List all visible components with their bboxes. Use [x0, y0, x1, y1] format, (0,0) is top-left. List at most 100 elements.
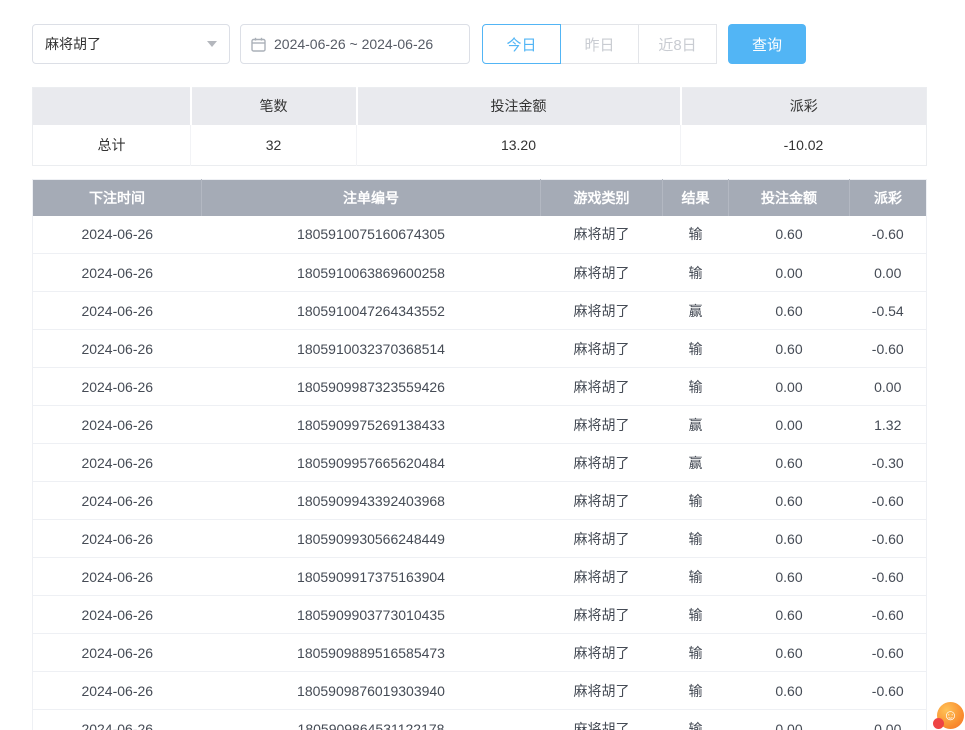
cell-game-category: 麻将胡了 [541, 558, 663, 596]
cell-payout: -0.30 [850, 444, 927, 482]
cell-bet-id: 1805910032370368514 [202, 330, 541, 368]
cell-bet-id: 1805910063869600258 [202, 254, 541, 292]
records-header-result: 结果 [663, 180, 729, 216]
game-select[interactable]: 麻将胡了 [32, 24, 230, 64]
query-button[interactable]: 查询 [728, 24, 806, 64]
cell-game-category: 麻将胡了 [541, 634, 663, 672]
cell-bet-time: 2024-06-26 [33, 330, 202, 368]
records-header-bet-amount: 投注金额 [729, 180, 850, 216]
cell-bet-amount: 0.00 [729, 406, 850, 444]
cell-game-category: 麻将胡了 [541, 710, 663, 730]
cell-bet-time: 2024-06-26 [33, 558, 202, 596]
cell-game-category: 麻将胡了 [541, 292, 663, 330]
quick-date-buttons: 今日 昨日 近8日 [482, 24, 717, 64]
cell-game-category: 麻将胡了 [541, 330, 663, 368]
cell-result: 输 [663, 520, 729, 558]
game-select-value: 麻将胡了 [45, 34, 101, 54]
cell-bet-time: 2024-06-26 [33, 482, 202, 520]
cell-bet-time: 2024-06-26 [33, 672, 202, 710]
cell-bet-amount: 0.60 [729, 216, 850, 254]
cell-payout: -0.60 [850, 672, 927, 710]
cell-bet-amount: 0.60 [729, 672, 850, 710]
summary-count-value: 32 [191, 125, 357, 166]
cell-bet-id: 1805909889516585473 [202, 634, 541, 672]
service-face-glyph: ☺ [943, 707, 958, 724]
cell-game-category: 麻将胡了 [541, 444, 663, 482]
table-row: 2024-06-26 1805909975269138433 麻将胡了 赢 0.… [33, 406, 927, 444]
chevron-down-icon [207, 41, 217, 47]
table-row: 2024-06-26 1805909903773010435 麻将胡了 输 0.… [33, 596, 927, 634]
cell-result: 输 [663, 368, 729, 406]
records-header-payout: 派彩 [850, 180, 927, 216]
cell-bet-time: 2024-06-26 [33, 634, 202, 672]
cell-bet-time: 2024-06-26 [33, 710, 202, 730]
cell-result: 赢 [663, 444, 729, 482]
cell-payout: 1.32 [850, 406, 927, 444]
cell-bet-time: 2024-06-26 [33, 368, 202, 406]
cell-bet-amount: 0.00 [729, 368, 850, 406]
quick-date-button[interactable]: 近8日 [638, 24, 717, 64]
summary-header-row: 笔数 投注金额 派彩 [33, 88, 927, 125]
filter-bar: 麻将胡了 2024-06-26 ~ 2024-06-26 今日 昨日 近8日 [32, 24, 926, 64]
cell-bet-time: 2024-06-26 [33, 406, 202, 444]
records-header-bet-id: 注单编号 [202, 180, 541, 216]
cell-bet-id: 1805910075160674305 [202, 216, 541, 254]
summary-total-row: 总计 32 13.20 -10.02 [33, 125, 927, 166]
cell-bet-id: 1805909987323559426 [202, 368, 541, 406]
date-range-picker[interactable]: 2024-06-26 ~ 2024-06-26 [240, 24, 470, 64]
table-row: 2024-06-26 1805910075160674305 麻将胡了 输 0.… [33, 216, 927, 254]
cell-payout: 0.00 [850, 368, 927, 406]
cell-result: 输 [663, 254, 729, 292]
betting-records-page: 麻将胡了 2024-06-26 ~ 2024-06-26 今日 昨日 近8日 [0, 0, 926, 730]
cell-payout: 0.00 [850, 710, 927, 730]
cell-game-category: 麻将胡了 [541, 368, 663, 406]
cell-result: 赢 [663, 406, 729, 444]
cell-result: 输 [663, 596, 729, 634]
cell-bet-amount: 0.60 [729, 596, 850, 634]
cell-bet-id: 1805910047264343552 [202, 292, 541, 330]
cell-bet-id: 1805909975269138433 [202, 406, 541, 444]
cell-payout: -0.60 [850, 216, 927, 254]
cell-bet-time: 2024-06-26 [33, 216, 202, 254]
cell-result: 输 [663, 672, 729, 710]
cell-bet-time: 2024-06-26 [33, 520, 202, 558]
table-row: 2024-06-26 1805909889516585473 麻将胡了 输 0.… [33, 634, 927, 672]
cell-result: 输 [663, 330, 729, 368]
quick-date-button[interactable]: 昨日 [560, 24, 639, 64]
cell-game-category: 麻将胡了 [541, 672, 663, 710]
cell-payout: -0.54 [850, 292, 927, 330]
cell-payout: -0.60 [850, 596, 927, 634]
cell-bet-amount: 0.60 [729, 292, 850, 330]
cell-bet-id: 1805909864531122178 [202, 710, 541, 730]
cell-result: 输 [663, 216, 729, 254]
cell-bet-id: 1805909917375163904 [202, 558, 541, 596]
cell-payout: -0.60 [850, 634, 927, 672]
table-row: 2024-06-26 1805909957665620484 麻将胡了 赢 0.… [33, 444, 927, 482]
service-notification-badge [933, 718, 944, 729]
customer-service-icon[interactable]: ☺ [937, 702, 964, 729]
summary-total-label: 总计 [33, 125, 191, 166]
table-row: 2024-06-26 1805909943392403968 麻将胡了 输 0.… [33, 482, 927, 520]
summary-payout-value: -10.02 [681, 125, 927, 166]
records-table: 下注时间 注单编号 游戏类别 结果 投注金额 派彩 2024-06-26 180… [32, 179, 927, 730]
cell-bet-amount: 0.60 [729, 444, 850, 482]
table-row: 2024-06-26 1805909917375163904 麻将胡了 输 0.… [33, 558, 927, 596]
summary-bet-amount-value: 13.20 [357, 125, 681, 166]
summary-header-empty [33, 88, 191, 125]
table-row: 2024-06-26 1805910063869600258 麻将胡了 输 0.… [33, 254, 927, 292]
records-header-row: 下注时间 注单编号 游戏类别 结果 投注金额 派彩 [33, 180, 927, 216]
table-row: 2024-06-26 1805909864531122178 麻将胡了 输 0.… [33, 710, 927, 730]
cell-game-category: 麻将胡了 [541, 482, 663, 520]
table-row: 2024-06-26 1805909930566248449 麻将胡了 输 0.… [33, 520, 927, 558]
summary-header-count: 笔数 [191, 88, 357, 125]
cell-game-category: 麻将胡了 [541, 520, 663, 558]
cell-result: 输 [663, 710, 729, 730]
table-row: 2024-06-26 1805909876019303940 麻将胡了 输 0.… [33, 672, 927, 710]
quick-date-button[interactable]: 今日 [482, 24, 561, 64]
table-row: 2024-06-26 1805910032370368514 麻将胡了 输 0.… [33, 330, 927, 368]
cell-payout: -0.60 [850, 520, 927, 558]
cell-result: 输 [663, 634, 729, 672]
cell-bet-id: 1805909930566248449 [202, 520, 541, 558]
cell-bet-amount: 0.60 [729, 482, 850, 520]
summary-table: 笔数 投注金额 派彩 总计 32 13.20 -10.02 [32, 87, 927, 166]
